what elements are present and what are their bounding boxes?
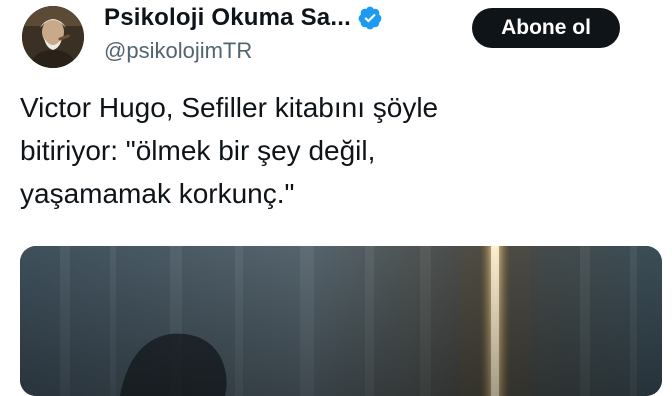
tweet-text-line: bitiriyor: "ölmek bir şey değil, bbox=[20, 135, 376, 166]
tweet-text: Victor Hugo, Sefiller kitabını şöyle bit… bbox=[20, 86, 640, 215]
attached-photo-icon bbox=[20, 246, 662, 396]
author-handle[interactable]: @psikolojimTR bbox=[104, 38, 383, 64]
author-display-name[interactable]: Psikoloji Okuma Sa... bbox=[104, 4, 351, 32]
author-avatar[interactable] bbox=[22, 6, 84, 68]
verified-badge-icon bbox=[357, 5, 383, 31]
tweet-media-photo[interactable] bbox=[20, 246, 662, 396]
tweet-text-line: Victor Hugo, Sefiller kitabını şöyle bbox=[20, 92, 439, 123]
follow-button[interactable]: Abone ol bbox=[472, 8, 620, 48]
author-header: Psikoloji Okuma Sa... @psikolojimTR bbox=[104, 2, 383, 64]
author-name-row: Psikoloji Okuma Sa... bbox=[104, 2, 383, 34]
tweet-text-line: yaşamamak korkunç." bbox=[20, 178, 295, 209]
avatar-photo-icon bbox=[22, 6, 84, 68]
